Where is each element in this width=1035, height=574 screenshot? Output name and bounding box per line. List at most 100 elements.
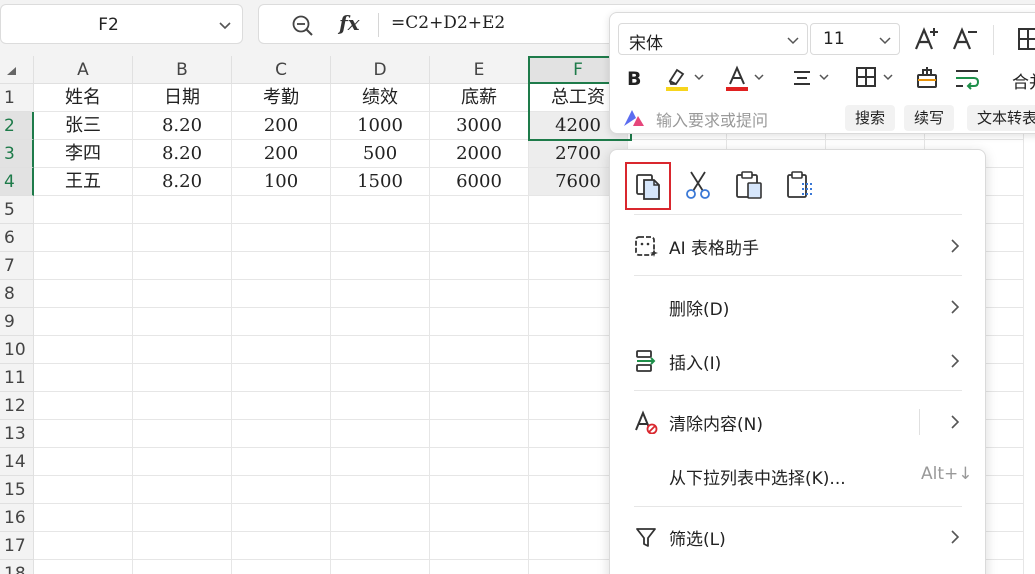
row-header-16[interactable]: 16 <box>0 504 34 532</box>
cell[interactable] <box>34 532 133 560</box>
menu-item-insert[interactable]: 插入(I) <box>610 335 987 387</box>
cell[interactable] <box>331 448 430 476</box>
cell[interactable]: 8.20 <box>133 112 232 140</box>
cell[interactable] <box>430 392 529 420</box>
cut-button[interactable] <box>676 162 722 210</box>
cell[interactable] <box>34 336 133 364</box>
row-header-12[interactable]: 12 <box>0 392 34 420</box>
cell[interactable]: 张三 <box>34 112 133 140</box>
cell[interactable] <box>232 448 331 476</box>
chevron-down-icon[interactable] <box>216 16 234 34</box>
row-header-11[interactable]: 11 <box>0 364 34 392</box>
cell[interactable] <box>331 420 430 448</box>
cell[interactable] <box>430 336 529 364</box>
bold-button[interactable]: B <box>620 63 650 93</box>
cell[interactable] <box>430 280 529 308</box>
borders-button[interactable] <box>852 63 898 93</box>
cell[interactable] <box>331 336 430 364</box>
wrap-text-button[interactable] <box>952 63 982 93</box>
zoom-out-icon[interactable] <box>291 14 315 38</box>
cell[interactable] <box>232 308 331 336</box>
cell[interactable] <box>34 224 133 252</box>
row-header-15[interactable]: 15 <box>0 476 34 504</box>
cell[interactable] <box>430 420 529 448</box>
font-color-button[interactable] <box>722 63 768 93</box>
cell[interactable] <box>331 252 430 280</box>
cell[interactable]: 8.20 <box>133 140 232 168</box>
row-header-18[interactable]: 18 <box>0 560 34 574</box>
row-header-4[interactable]: 4 <box>0 168 34 196</box>
paste-special-button[interactable] <box>778 162 824 210</box>
ai-text-to-table-button[interactable]: 文本转表 <box>967 105 1035 131</box>
decrease-font-size-button[interactable] <box>950 24 980 54</box>
cell[interactable]: 底薪 <box>430 84 529 112</box>
cell[interactable]: 日期 <box>133 84 232 112</box>
cell[interactable] <box>232 476 331 504</box>
format-painter-button[interactable] <box>912 63 942 93</box>
cell[interactable]: 1000 <box>331 112 430 140</box>
cell[interactable]: 100 <box>232 168 331 196</box>
cell[interactable] <box>133 336 232 364</box>
increase-font-size-button[interactable] <box>912 24 942 54</box>
column-header-b[interactable]: B <box>133 56 232 84</box>
highlight-color-button[interactable] <box>662 63 708 93</box>
menu-item-filter[interactable]: 筛选(L) <box>610 511 987 563</box>
cell[interactable] <box>34 448 133 476</box>
cell[interactable] <box>430 448 529 476</box>
menu-item-ai-assistant[interactable]: AI 表格助手 <box>610 220 987 272</box>
cell[interactable] <box>34 392 133 420</box>
row-header-7[interactable]: 7 <box>0 252 34 280</box>
select-all-corner[interactable] <box>0 56 34 84</box>
merge-cells-button[interactable] <box>1014 24 1035 54</box>
cell[interactable] <box>430 224 529 252</box>
cell[interactable] <box>133 560 232 574</box>
cell[interactable] <box>133 476 232 504</box>
menu-item-clear-content[interactable]: 清除内容(N) <box>610 396 987 448</box>
cell[interactable] <box>232 224 331 252</box>
cell[interactable] <box>34 364 133 392</box>
cell[interactable] <box>232 420 331 448</box>
column-header-e[interactable]: E <box>430 56 529 84</box>
row-header-9[interactable]: 9 <box>0 308 34 336</box>
column-header-c[interactable]: C <box>232 56 331 84</box>
cell[interactable]: 李四 <box>34 140 133 168</box>
cell[interactable] <box>34 504 133 532</box>
cell[interactable] <box>430 532 529 560</box>
cell[interactable]: 500 <box>331 140 430 168</box>
cell[interactable] <box>34 280 133 308</box>
cell[interactable]: 3000 <box>430 112 529 140</box>
cell[interactable]: 8.20 <box>133 168 232 196</box>
cell[interactable] <box>232 252 331 280</box>
cell[interactable] <box>34 252 133 280</box>
cell[interactable] <box>34 308 133 336</box>
row-header-10[interactable]: 10 <box>0 336 34 364</box>
cell[interactable] <box>133 308 232 336</box>
insert-function-icon[interactable]: fx <box>339 11 360 35</box>
cell[interactable] <box>133 252 232 280</box>
paste-button[interactable] <box>727 162 773 210</box>
row-header-2[interactable]: 2 <box>0 112 34 140</box>
cell[interactable] <box>331 560 430 574</box>
cell[interactable] <box>331 280 430 308</box>
cell[interactable]: 200 <box>232 112 331 140</box>
row-header-6[interactable]: 6 <box>0 224 34 252</box>
cell[interactable] <box>331 476 430 504</box>
cell[interactable] <box>430 476 529 504</box>
cell[interactable] <box>331 364 430 392</box>
cell[interactable] <box>331 308 430 336</box>
cell[interactable] <box>430 364 529 392</box>
cell[interactable] <box>232 504 331 532</box>
cell[interactable] <box>232 336 331 364</box>
cell[interactable] <box>331 392 430 420</box>
cell[interactable] <box>430 308 529 336</box>
cell[interactable] <box>232 532 331 560</box>
ai-search-button[interactable]: 搜索 <box>845 105 896 131</box>
copy-button[interactable] <box>625 162 671 210</box>
cell[interactable] <box>34 196 133 224</box>
row-header-8[interactable]: 8 <box>0 280 34 308</box>
cell[interactable] <box>133 196 232 224</box>
cell[interactable] <box>331 224 430 252</box>
ai-continue-writing-button[interactable]: 续写 <box>904 105 955 131</box>
cell[interactable] <box>232 392 331 420</box>
cell[interactable]: 绩效 <box>331 84 430 112</box>
